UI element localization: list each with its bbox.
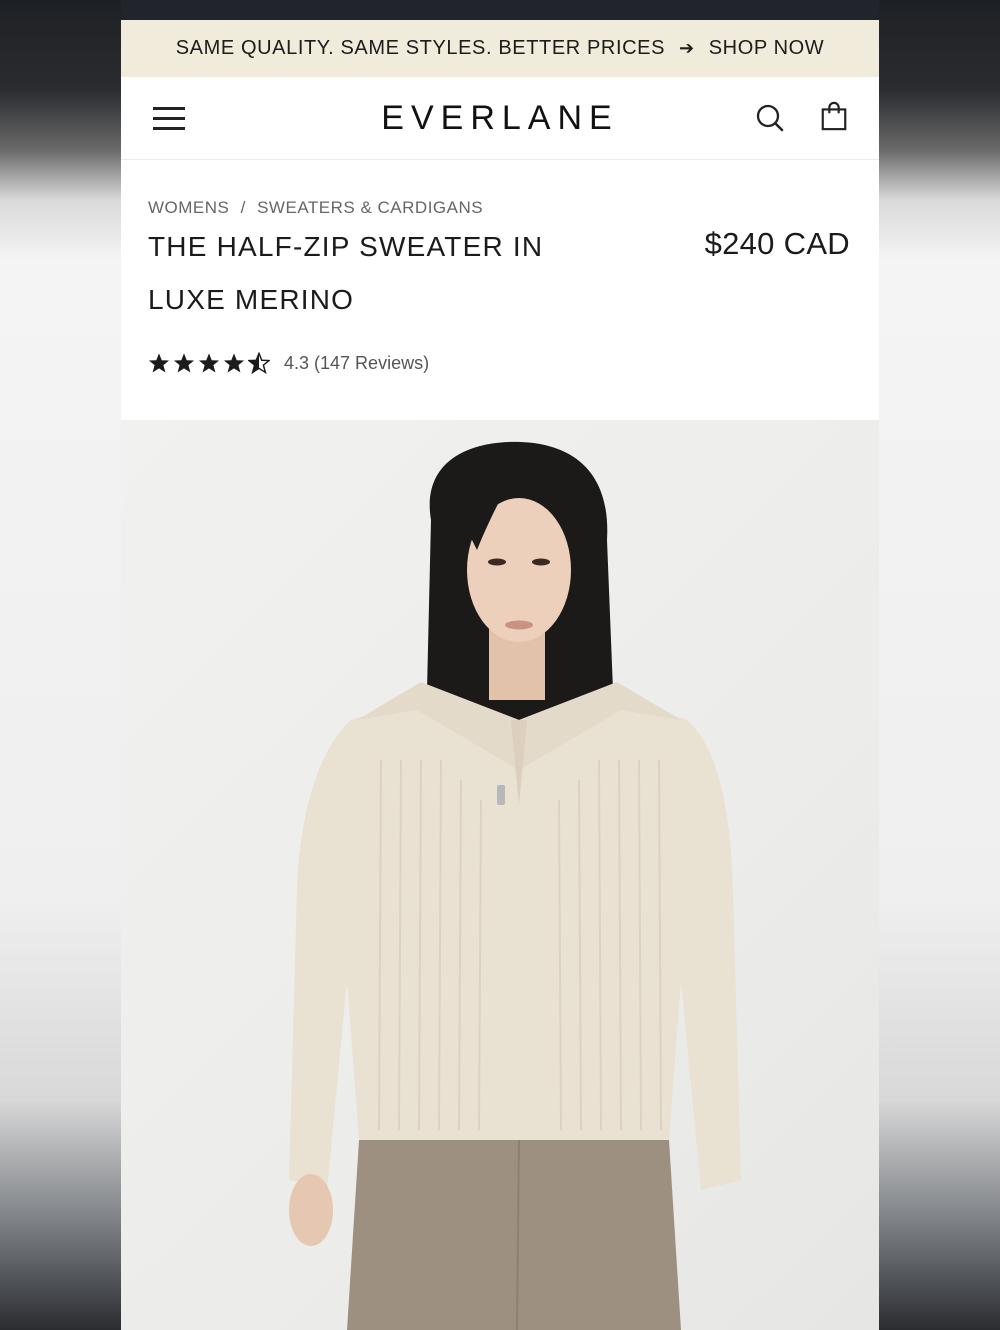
breadcrumb-separator: / [240,198,246,217]
star-full-icon [198,353,220,373]
star-half-icon [248,352,270,374]
arrow-right-icon: ➔ [679,38,695,58]
search-icon[interactable] [755,103,785,133]
promo-text: SAME QUALITY. SAME STYLES. BETTER PRICES [175,37,666,59]
model-photo [289,441,741,1330]
breadcrumb-womens[interactable]: WOMENS [148,198,229,217]
rating-value: 4.3 [284,352,310,373]
promo-banner[interactable]: SAME QUALITY. SAME STYLES. BETTER PRICES… [121,20,879,77]
product-title: THE HALF-ZIP SWEATER IN LUXE MERINO [148,231,544,315]
rating-summary[interactable]: 4.3 (147 Reviews) [284,353,429,374]
product-header: WOMENS / SWEATERS & CARDIGANS THE HALF-Z… [121,160,879,421]
shopping-bag-icon[interactable] [819,101,849,131]
status-bar [121,0,879,20]
product-rating[interactable]: 4.3 (147 Reviews) [148,352,429,374]
rating-stars [148,352,270,374]
product-price: $240 CAD [704,226,850,261]
star-full-icon [223,353,245,373]
product-image[interactable] [121,420,879,1330]
breadcrumb: WOMENS / SWEATERS & CARDIGANS [148,198,483,218]
breadcrumb-sweaters-cardigans[interactable]: SWEATERS & CARDIGANS [257,198,483,217]
star-full-icon [173,353,195,373]
review-count: (147 Reviews) [314,352,430,373]
top-navbar: EVERLANE [121,77,879,160]
star-full-icon [148,353,170,373]
phone-screen: SAME QUALITY. SAME STYLES. BETTER PRICES… [121,0,879,1330]
shop-now-link[interactable]: SHOP NOW [709,37,825,60]
